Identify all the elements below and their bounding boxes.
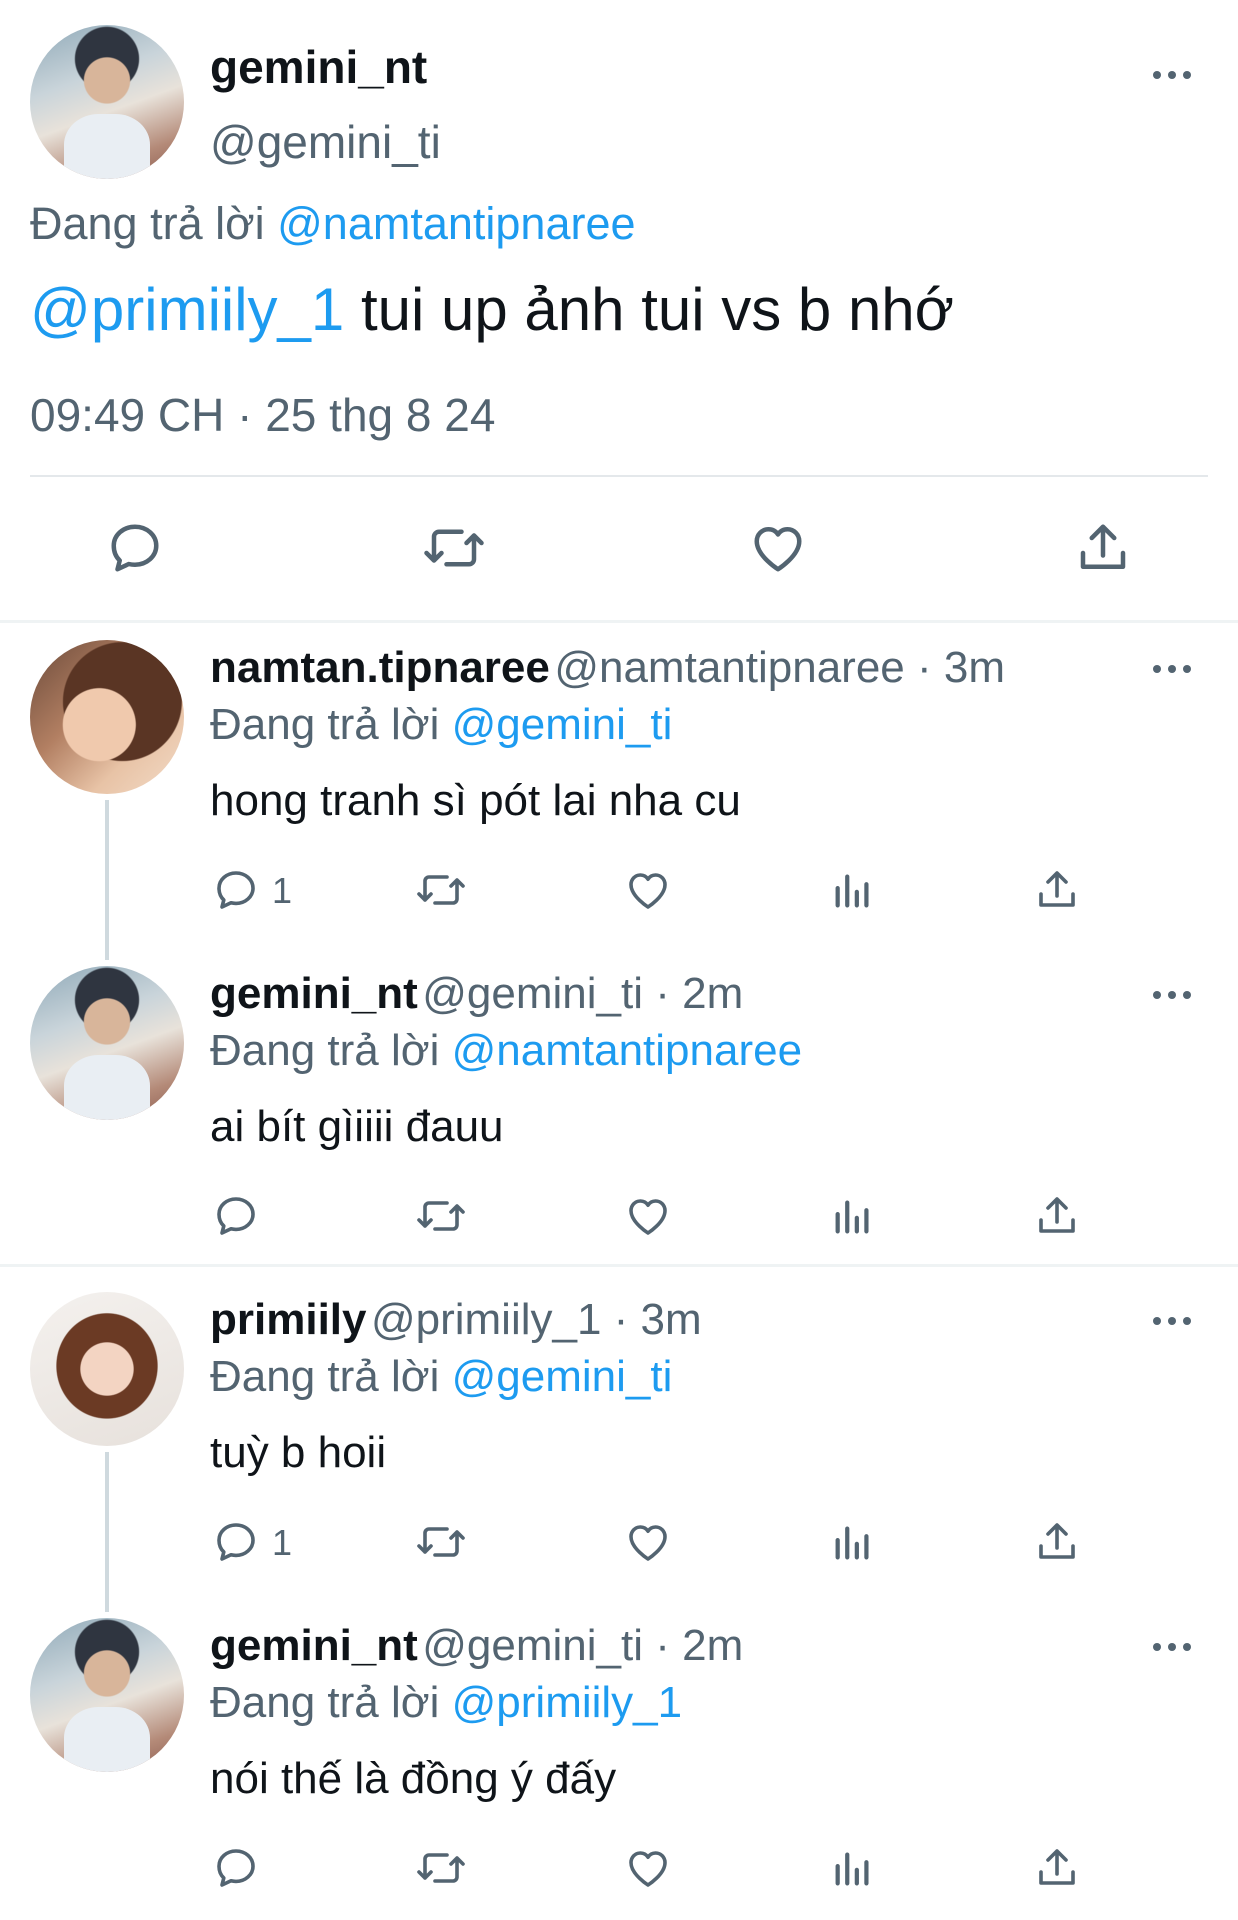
tweet-body: @primiily_1 tui up ảnh tui vs b nhớ bbox=[30, 275, 954, 344]
reply-prefix: Đang trả lời bbox=[30, 198, 265, 249]
views-button[interactable] bbox=[830, 1192, 876, 1240]
heart-icon bbox=[629, 873, 667, 909]
like-button[interactable] bbox=[623, 1844, 673, 1892]
share-button[interactable] bbox=[1073, 518, 1133, 578]
reply-prefix: Đang trả lời bbox=[210, 700, 440, 749]
reply-to-link[interactable]: @gemini_ti bbox=[452, 1352, 673, 1401]
reply-prefix: Đang trả lời bbox=[210, 1678, 440, 1727]
reply-context: Đang trả lời @namtantipnaree bbox=[30, 198, 636, 250]
reply-context: Đang trả lời @gemini_ti bbox=[210, 1352, 672, 1402]
views-icon bbox=[835, 1526, 869, 1560]
display-name[interactable]: gemini_nt bbox=[210, 40, 427, 94]
reply-to-link[interactable]: @gemini_ti bbox=[452, 700, 673, 749]
avatar[interactable] bbox=[30, 1292, 184, 1446]
tweet-text: tuỳ b hoii bbox=[210, 1428, 387, 1477]
heart-icon bbox=[629, 1199, 667, 1235]
reply-count: 1 bbox=[272, 1522, 293, 1563]
share-button[interactable] bbox=[1033, 866, 1081, 914]
reply-button[interactable] bbox=[212, 1192, 260, 1240]
views-icon bbox=[835, 874, 869, 908]
reply-context: Đang trả lời @primiily_1 bbox=[210, 1678, 682, 1728]
avatar[interactable] bbox=[30, 1618, 184, 1772]
tweet-text: hong tranh sì pót lai nha cu bbox=[210, 776, 741, 825]
reply-icon bbox=[217, 1523, 255, 1561]
retweet-icon bbox=[417, 1201, 465, 1231]
retweet-button[interactable] bbox=[414, 866, 468, 914]
reply-button[interactable] bbox=[212, 1518, 260, 1566]
handle[interactable]: @gemini_ti bbox=[210, 115, 441, 169]
display-name[interactable]: gemini_nt bbox=[210, 1621, 418, 1670]
retweet-button[interactable] bbox=[420, 518, 488, 578]
like-button[interactable] bbox=[623, 1192, 673, 1240]
reply-prefix: Đang trả lời bbox=[210, 1352, 440, 1401]
retweet-icon bbox=[417, 1853, 465, 1883]
share-icon bbox=[1080, 524, 1126, 569]
reply-icon bbox=[217, 1849, 255, 1887]
section-divider bbox=[0, 1264, 1238, 1267]
reply-context: Đang trả lời @gemini_ti bbox=[210, 700, 672, 750]
reply-count: 1 bbox=[272, 870, 293, 911]
share-icon bbox=[1039, 1523, 1075, 1559]
display-name[interactable]: namtan.tipnaree bbox=[210, 643, 550, 692]
reply-button[interactable] bbox=[212, 1844, 260, 1892]
section-divider bbox=[0, 620, 1238, 623]
views-button[interactable] bbox=[830, 1844, 876, 1892]
reply-to-link[interactable]: @namtantipnaree bbox=[452, 1026, 802, 1075]
heart-icon bbox=[629, 1851, 667, 1887]
share-icon bbox=[1039, 1849, 1075, 1885]
reply-button[interactable] bbox=[105, 518, 165, 578]
like-button[interactable] bbox=[623, 1518, 673, 1566]
thread-line bbox=[105, 800, 109, 960]
retweet-button[interactable] bbox=[414, 1192, 468, 1240]
tweet-text: tui up ảnh tui vs b nhớ bbox=[360, 276, 955, 343]
retweet-icon bbox=[417, 1527, 465, 1557]
divider bbox=[30, 475, 1208, 477]
display-name[interactable]: primiily bbox=[210, 1295, 367, 1344]
heart-icon bbox=[629, 1525, 667, 1561]
retweet-button[interactable] bbox=[414, 1518, 468, 1566]
more-icon[interactable] bbox=[1153, 662, 1193, 674]
share-icon bbox=[1039, 1197, 1075, 1233]
retweet-icon bbox=[417, 875, 465, 905]
reply-icon bbox=[217, 1197, 255, 1235]
avatar[interactable] bbox=[30, 966, 184, 1120]
share-button[interactable] bbox=[1033, 1518, 1081, 1566]
reply-context: Đang trả lời @namtantipnaree bbox=[210, 1026, 802, 1076]
more-icon[interactable] bbox=[1153, 1640, 1193, 1652]
thread-line bbox=[105, 1452, 109, 1612]
heart-icon bbox=[754, 527, 802, 572]
handle-time[interactable]: @namtantipnaree · 3m bbox=[554, 643, 1005, 692]
more-icon[interactable] bbox=[1153, 1314, 1193, 1326]
reply-button[interactable] bbox=[212, 866, 260, 914]
avatar[interactable] bbox=[30, 25, 184, 179]
share-icon bbox=[1039, 871, 1075, 907]
handle-time[interactable]: @primiily_1 · 3m bbox=[371, 1295, 702, 1344]
more-icon[interactable] bbox=[1153, 988, 1193, 1000]
more-icon[interactable] bbox=[1153, 68, 1193, 80]
handle-time[interactable]: @gemini_ti · 2m bbox=[422, 1621, 743, 1670]
share-button[interactable] bbox=[1033, 1844, 1081, 1892]
reply-to-link[interactable]: @namtantipnaree bbox=[277, 198, 635, 249]
display-name[interactable]: gemini_nt bbox=[210, 969, 418, 1018]
handle-time[interactable]: @gemini_ti · 2m bbox=[422, 969, 743, 1018]
like-button[interactable] bbox=[747, 518, 809, 578]
avatar[interactable] bbox=[30, 640, 184, 794]
reply-icon bbox=[217, 871, 255, 909]
reply-icon bbox=[111, 524, 159, 572]
views-icon bbox=[835, 1852, 869, 1886]
tweet-text: ai bít gìiiii đauu bbox=[210, 1102, 504, 1151]
tweet-text: nói thế là đồng ý đấy bbox=[210, 1754, 617, 1803]
share-button[interactable] bbox=[1033, 1192, 1081, 1240]
retweet-button[interactable] bbox=[414, 1844, 468, 1892]
views-button[interactable] bbox=[830, 1518, 876, 1566]
reply-to-link[interactable]: @primiily_1 bbox=[452, 1678, 682, 1727]
timestamp[interactable]: 09:49 CH · 25 thg 8 24 bbox=[30, 388, 495, 442]
mention-link[interactable]: @primiily_1 bbox=[30, 276, 344, 343]
like-button[interactable] bbox=[623, 866, 673, 914]
reply-prefix: Đang trả lời bbox=[210, 1026, 440, 1075]
views-icon bbox=[835, 1200, 869, 1234]
retweet-icon bbox=[424, 529, 484, 567]
views-button[interactable] bbox=[830, 866, 876, 914]
